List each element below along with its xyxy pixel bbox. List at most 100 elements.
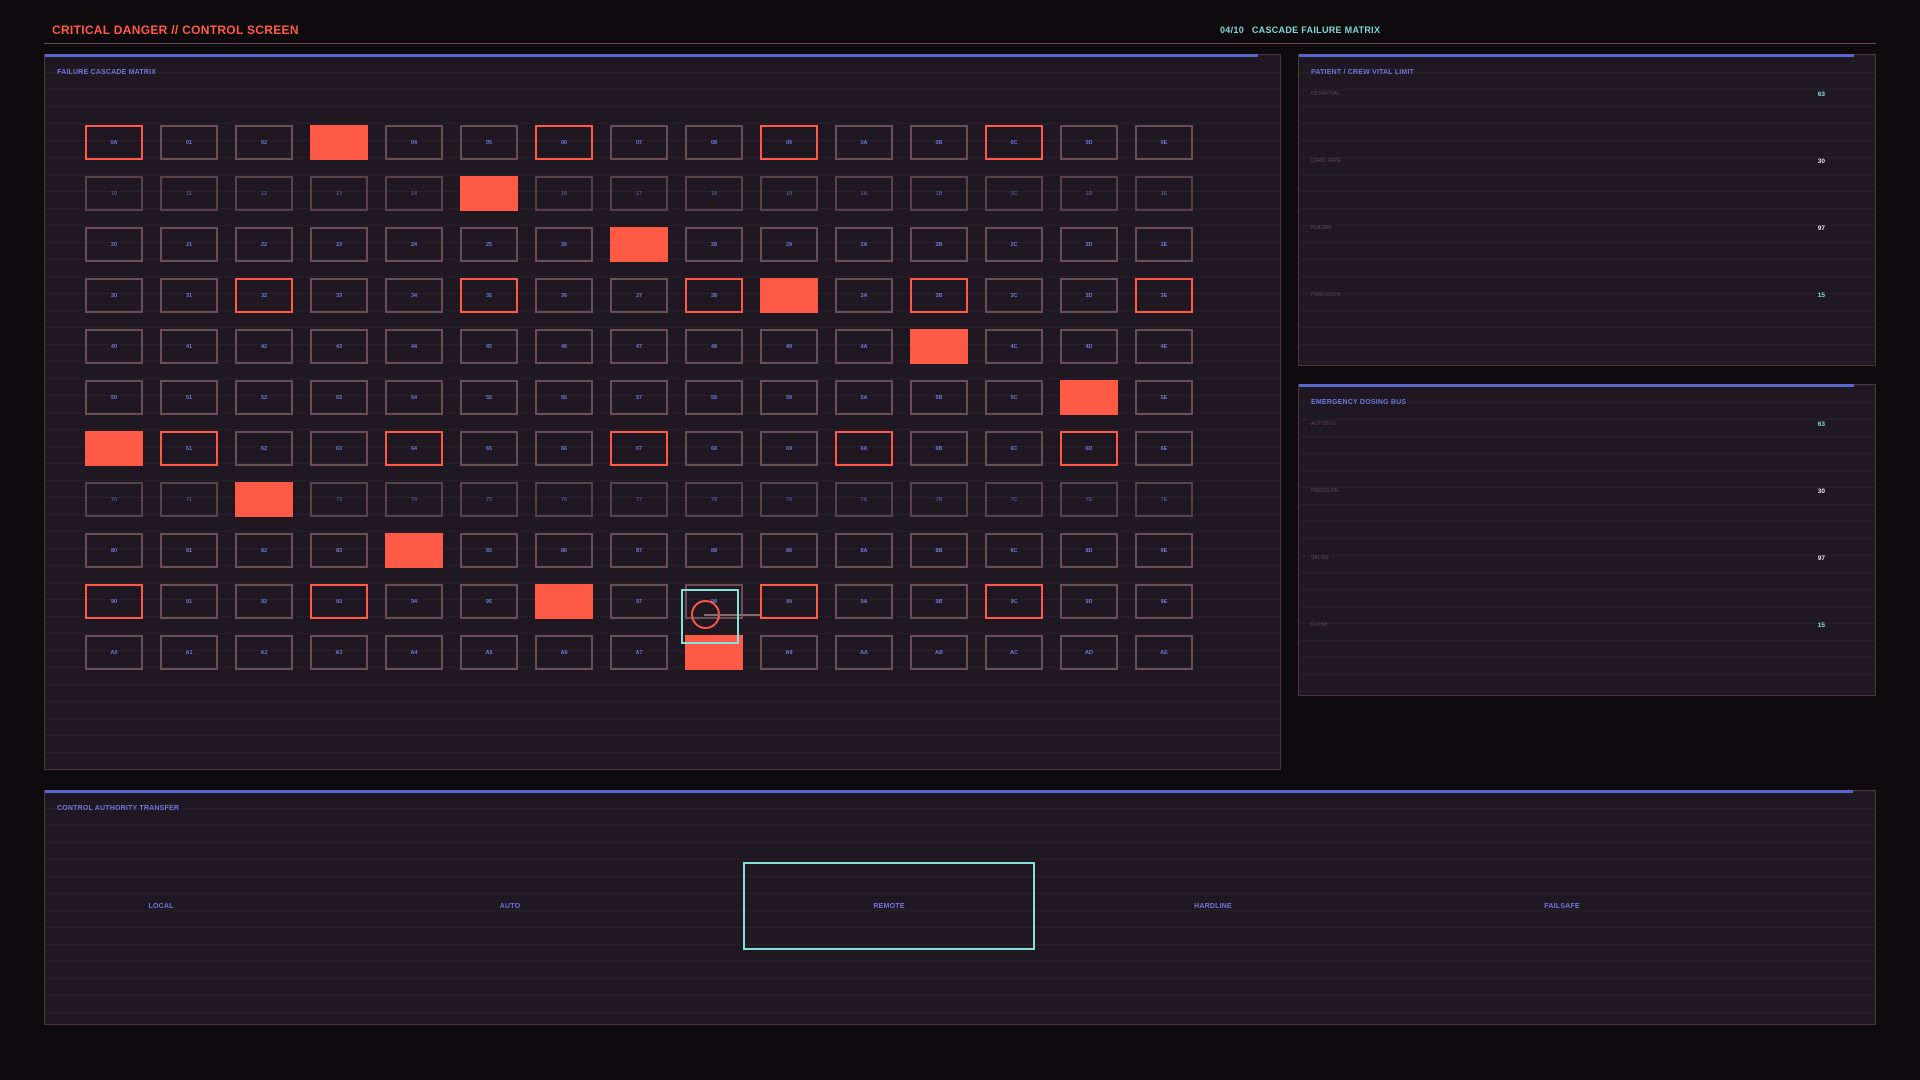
mode-remote-button[interactable]: REMOTE xyxy=(743,862,1035,950)
matrix-cell[interactable]: 4E xyxy=(1135,329,1193,364)
matrix-cell[interactable]: 07 xyxy=(610,125,668,160)
matrix-cell[interactable]: 67 xyxy=(610,431,668,466)
matrix-cell[interactable]: 26 xyxy=(535,227,593,262)
matrix-cell[interactable]: 32 xyxy=(235,278,293,313)
matrix-cell[interactable]: 72 xyxy=(235,482,293,517)
matrix-cell[interactable]: AE xyxy=(1135,635,1193,670)
matrix-cell[interactable]: 42 xyxy=(235,329,293,364)
matrix-cell[interactable]: AB xyxy=(910,635,968,670)
matrix-cell[interactable]: AD xyxy=(1060,635,1118,670)
matrix-cell[interactable]: 71 xyxy=(160,482,218,517)
matrix-cell[interactable]: 9D xyxy=(1060,584,1118,619)
matrix-cell[interactable]: 28 xyxy=(685,227,743,262)
matrix-cell[interactable]: 33 xyxy=(310,278,368,313)
matrix-cell[interactable]: 51 xyxy=(160,380,218,415)
matrix-cell[interactable]: 50 xyxy=(85,380,143,415)
matrix-cell[interactable]: 24 xyxy=(385,227,443,262)
matrix-cell[interactable]: 36 xyxy=(535,278,593,313)
matrix-cell[interactable]: 22 xyxy=(235,227,293,262)
matrix-cell[interactable]: A4 xyxy=(385,635,443,670)
matrix-cell[interactable]: 1A xyxy=(835,176,893,211)
matrix-cell[interactable]: 08 xyxy=(685,125,743,160)
matrix-cell[interactable]: 7C xyxy=(985,482,1043,517)
matrix-cell[interactable]: 1C xyxy=(985,176,1043,211)
mode-failsafe-button[interactable]: FAILSAFE xyxy=(1416,862,1708,950)
matrix-cell[interactable]: 8A xyxy=(835,533,893,568)
matrix-cell[interactable]: 41 xyxy=(160,329,218,364)
matrix-cell[interactable]: 52 xyxy=(235,380,293,415)
matrix-cell[interactable]: 95 xyxy=(460,584,518,619)
matrix-cell[interactable]: 2A xyxy=(835,227,893,262)
matrix-cell[interactable]: 1D xyxy=(1060,176,1118,211)
matrix-cell[interactable]: 87 xyxy=(610,533,668,568)
matrix-cell[interactable]: 0E xyxy=(1135,125,1193,160)
matrix-cell[interactable]: 69 xyxy=(760,431,818,466)
matrix-cell[interactable]: 03 xyxy=(310,125,368,160)
matrix-cell[interactable]: 83 xyxy=(310,533,368,568)
matrix-cell[interactable]: 34 xyxy=(385,278,443,313)
matrix-cell[interactable]: 06 xyxy=(535,125,593,160)
matrix-cell[interactable]: 4C xyxy=(985,329,1043,364)
matrix-cell[interactable]: 5C xyxy=(985,380,1043,415)
matrix-cell[interactable]: 01 xyxy=(160,125,218,160)
matrix-cell[interactable]: 86 xyxy=(535,533,593,568)
matrix-cell[interactable]: 16 xyxy=(535,176,593,211)
matrix-cell[interactable]: 2B xyxy=(910,227,968,262)
matrix-cell[interactable]: 31 xyxy=(160,278,218,313)
matrix-cell[interactable]: 0B xyxy=(910,125,968,160)
matrix-cell[interactable]: 23 xyxy=(310,227,368,262)
matrix-cell[interactable]: 2D xyxy=(1060,227,1118,262)
matrix-cell[interactable]: 29 xyxy=(760,227,818,262)
matrix-cell[interactable]: 7B xyxy=(910,482,968,517)
matrix-cell[interactable]: 04 xyxy=(385,125,443,160)
matrix-cell[interactable]: 68 xyxy=(685,431,743,466)
matrix-cell[interactable]: 8C xyxy=(985,533,1043,568)
matrix-cell[interactable]: 2C xyxy=(985,227,1043,262)
matrix-cell[interactable]: 96 xyxy=(535,584,593,619)
matrix-cell[interactable]: 48 xyxy=(685,329,743,364)
matrix-cell[interactable]: 90 xyxy=(85,584,143,619)
matrix-cell[interactable]: 78 xyxy=(685,482,743,517)
matrix-cell[interactable]: 61 xyxy=(160,431,218,466)
matrix-cell[interactable]: 38 xyxy=(685,278,743,313)
matrix-cell[interactable]: 63 xyxy=(310,431,368,466)
matrix-cell[interactable]: 54 xyxy=(385,380,443,415)
focus-selection-box[interactable] xyxy=(681,589,739,644)
matrix-cell[interactable]: 60 xyxy=(85,431,143,466)
matrix-cell[interactable]: AC xyxy=(985,635,1043,670)
matrix-cell[interactable]: 18 xyxy=(685,176,743,211)
matrix-cell[interactable]: 8B xyxy=(910,533,968,568)
matrix-cell[interactable]: 17 xyxy=(610,176,668,211)
matrix-cell[interactable]: 88 xyxy=(685,533,743,568)
matrix-cell[interactable]: 70 xyxy=(85,482,143,517)
matrix-cell[interactable]: 80 xyxy=(85,533,143,568)
matrix-cell[interactable]: 4A xyxy=(835,329,893,364)
matrix-cell[interactable]: 7D xyxy=(1060,482,1118,517)
matrix-cell[interactable]: 55 xyxy=(460,380,518,415)
matrix-cell[interactable]: 59 xyxy=(760,380,818,415)
matrix-cell[interactable]: A3 xyxy=(310,635,368,670)
matrix-cell[interactable]: 0C xyxy=(985,125,1043,160)
matrix-cell[interactable]: 6D xyxy=(1060,431,1118,466)
matrix-cell[interactable]: 89 xyxy=(760,533,818,568)
matrix-cell[interactable]: 57 xyxy=(610,380,668,415)
matrix-cell[interactable]: 76 xyxy=(535,482,593,517)
matrix-cell[interactable]: 85 xyxy=(460,533,518,568)
matrix-cell[interactable]: 46 xyxy=(535,329,593,364)
matrix-cell[interactable]: 2E xyxy=(1135,227,1193,262)
matrix-cell[interactable]: 91 xyxy=(160,584,218,619)
matrix-cell[interactable]: 20 xyxy=(85,227,143,262)
matrix-cell[interactable]: 5A xyxy=(835,380,893,415)
matrix-cell[interactable]: 49 xyxy=(760,329,818,364)
matrix-cell[interactable]: 35 xyxy=(460,278,518,313)
matrix-cell[interactable]: 62 xyxy=(235,431,293,466)
matrix-cell[interactable]: 74 xyxy=(385,482,443,517)
matrix-cell[interactable]: 02 xyxy=(235,125,293,160)
matrix-cell[interactable]: A9 xyxy=(760,635,818,670)
matrix-cell[interactable]: 84 xyxy=(385,533,443,568)
matrix-cell[interactable]: 43 xyxy=(310,329,368,364)
matrix-cell[interactable]: 93 xyxy=(310,584,368,619)
matrix-cell[interactable]: 8E xyxy=(1135,533,1193,568)
matrix-cell[interactable]: 6E xyxy=(1135,431,1193,466)
matrix-cell[interactable]: 7A xyxy=(835,482,893,517)
